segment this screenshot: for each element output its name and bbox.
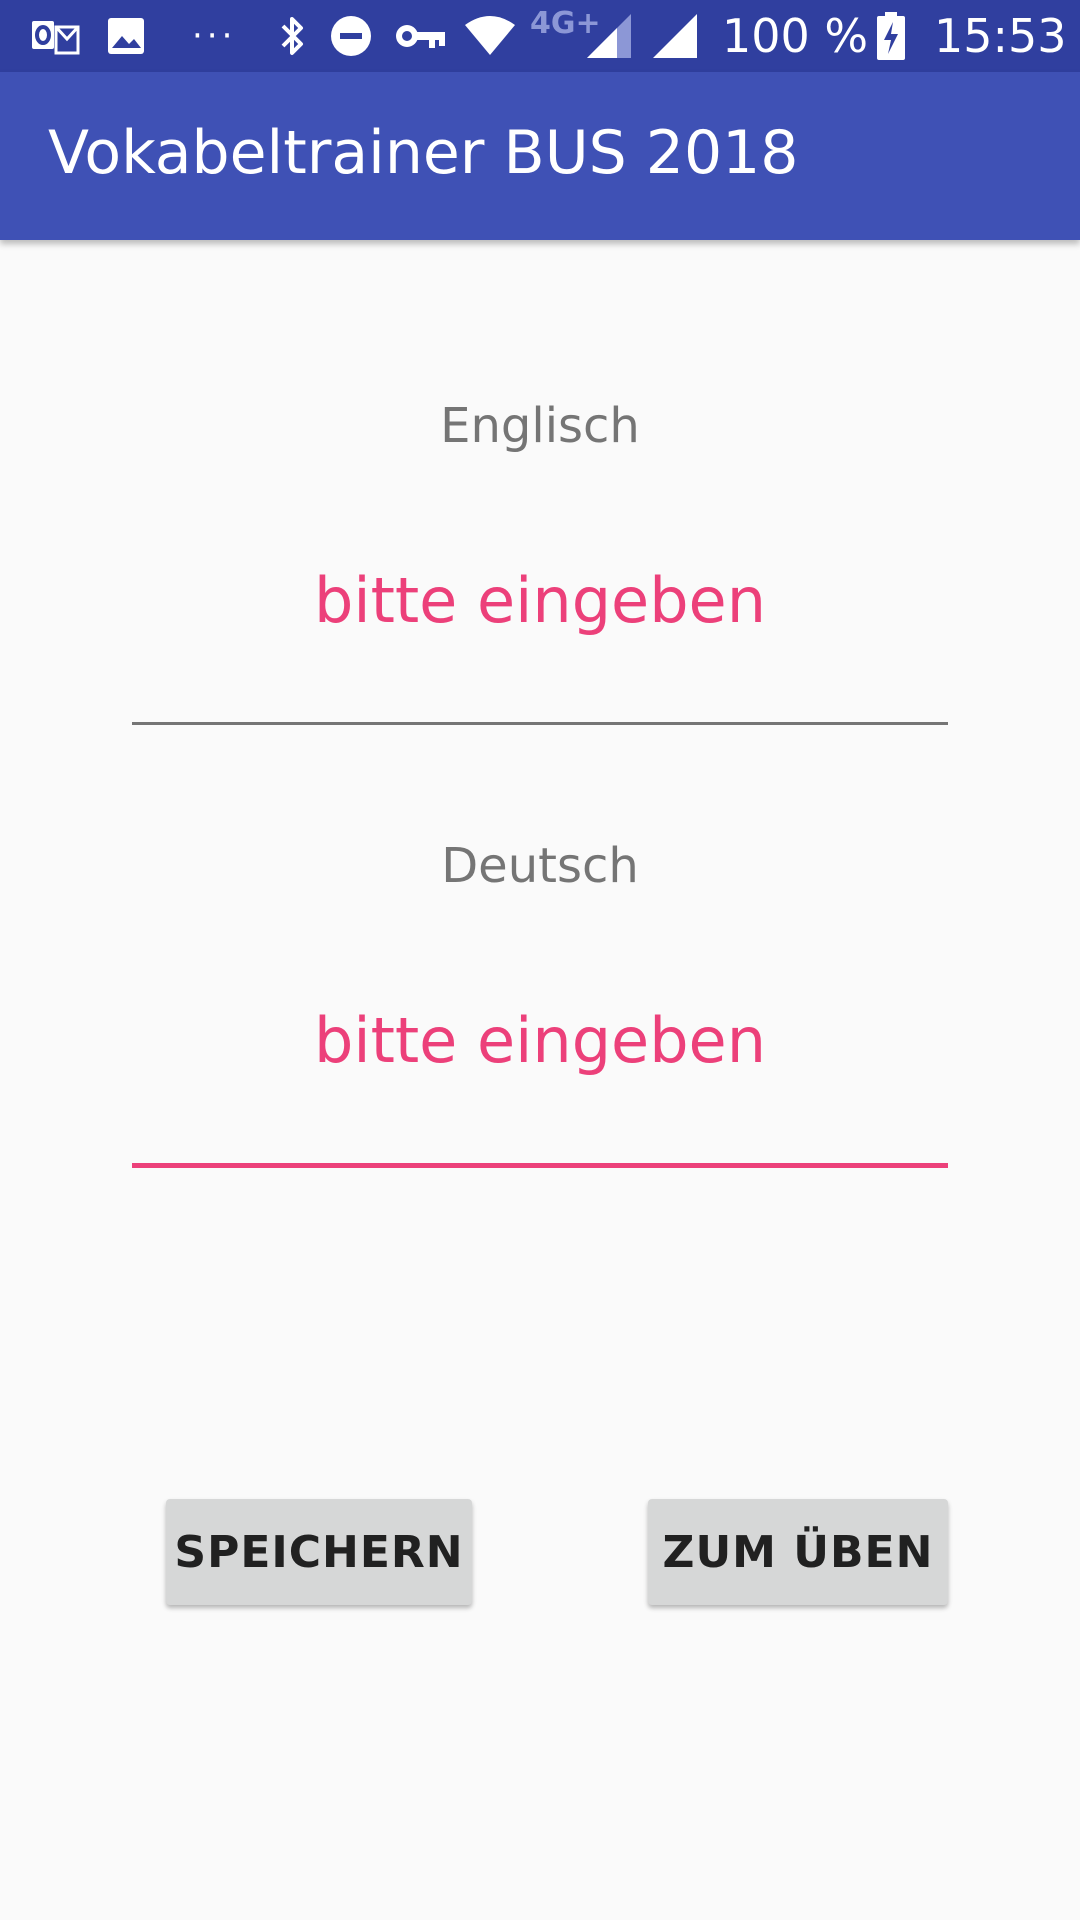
app-title: Vokabeltrainer BUS 2018: [48, 118, 799, 188]
signal-icon: [586, 14, 634, 58]
battery-percentage: 100 %: [722, 9, 869, 63]
battery-charging-icon: [874, 12, 908, 60]
save-button[interactable]: SPEICHERN: [166, 1499, 472, 1605]
outlook-icon: [28, 14, 82, 58]
wifi-icon: [462, 14, 518, 58]
image-icon: [104, 14, 148, 58]
app-bar: Vokabeltrainer BUS 2018: [0, 72, 1080, 240]
practice-button[interactable]: ZUM ÜBEN: [648, 1499, 948, 1605]
english-input[interactable]: [132, 555, 948, 645]
german-input-underline: [132, 1163, 948, 1168]
do-not-disturb-icon: [328, 14, 374, 58]
status-bar: ··· 4G+ 100 % 15:53: [0, 0, 1080, 72]
vpn-key-icon: [392, 14, 448, 58]
english-input-underline: [132, 722, 948, 725]
german-label: Deutsch: [441, 838, 639, 894]
more-icon: ···: [192, 16, 237, 56]
german-input[interactable]: [132, 995, 948, 1085]
english-label: Englisch: [440, 398, 640, 454]
clock: 15:53: [934, 9, 1067, 63]
signal-icon: [652, 14, 700, 58]
bluetooth-icon: [272, 14, 312, 58]
